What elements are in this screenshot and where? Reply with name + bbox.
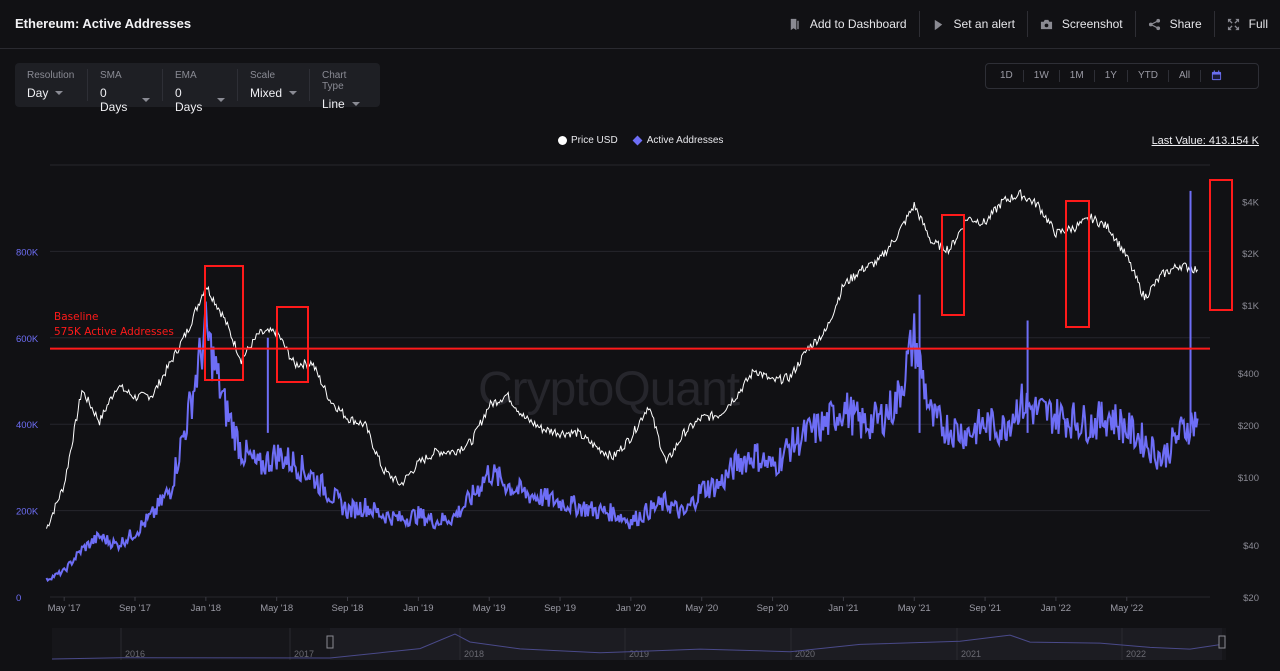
sma-value: 0 Days	[100, 86, 128, 114]
x-tick-label: Jan '19	[403, 603, 433, 614]
bell-icon	[932, 17, 946, 31]
chevron-down-icon	[55, 91, 64, 95]
baseline-value-label: 575K Active Addresses	[54, 326, 174, 338]
x-tick-label: Sep '18	[332, 603, 364, 614]
ema-select[interactable]: EMA 0 Days	[162, 69, 237, 114]
calendar-button[interactable]	[1200, 70, 1232, 82]
chevron-down-icon	[289, 91, 298, 95]
series-price-usd-line	[46, 189, 1199, 529]
header-actions: Add to Dashboard Set an alert Screenshot…	[776, 0, 1280, 48]
scale-label: Scale	[250, 70, 276, 81]
chart-type-label: Chart Type	[322, 70, 347, 92]
header: Ethereum: Active Addresses Add to Dashbo…	[0, 0, 1280, 49]
screenshot-label: Screenshot	[1061, 17, 1123, 31]
navigator-year-label: 2019	[629, 649, 649, 659]
y-left-tick-label: 800K	[16, 247, 39, 258]
resolution-select[interactable]: Resolution Day	[15, 69, 87, 101]
set-alert-button[interactable]: Set an alert	[918, 11, 1027, 37]
screenshot-button[interactable]: Screenshot	[1026, 11, 1135, 37]
y-left-tick-label: 400K	[16, 420, 39, 431]
x-tick-label: Sep '17	[119, 603, 151, 614]
highlight-box	[1065, 200, 1090, 328]
x-tick-label: May '21	[898, 603, 931, 614]
chart-controls: Resolution Day SMA 0 Days EMA 0 Days Sca…	[15, 63, 380, 114]
range-1w[interactable]: 1W	[1022, 70, 1059, 82]
range-1d[interactable]: 1D	[990, 70, 1023, 82]
set-alert-label: Set an alert	[953, 17, 1015, 31]
y-right-tick-label: $4K	[1242, 197, 1260, 208]
y-left-tick-label: 200K	[16, 507, 39, 518]
scale-select[interactable]: Scale Mixed	[237, 69, 309, 101]
x-tick-label: Sep '21	[969, 603, 1001, 614]
scale-value: Mixed	[250, 86, 283, 100]
sma-label: SMA	[100, 70, 122, 81]
page-title: Ethereum: Active Addresses	[15, 16, 192, 31]
y-right-tick-label: $2K	[1242, 249, 1260, 260]
x-tick-label: Jan '18	[191, 603, 221, 614]
highlight-box	[1209, 179, 1233, 311]
x-tick-label: May '19	[473, 603, 506, 614]
x-tick-label: May '20	[685, 603, 718, 614]
navigator-year-label: 2018	[464, 649, 484, 659]
highlight-box	[276, 306, 309, 383]
chevron-down-icon	[142, 98, 150, 102]
legend-price[interactable]: Price USD	[558, 135, 618, 146]
last-value: Last Value: 413.154 K	[1151, 135, 1259, 147]
navigator-year-label: 2022	[1126, 649, 1146, 659]
share-button[interactable]: Share	[1134, 11, 1214, 37]
time-range-selector: 1D 1W 1M 1Y YTD All	[985, 63, 1259, 89]
chart-type-select[interactable]: Chart Type Line	[309, 69, 380, 111]
circle-icon	[558, 136, 567, 145]
y-right-tick-label: $1K	[1242, 301, 1260, 312]
diamond-icon	[632, 135, 643, 146]
fullscreen-label: Full	[1248, 17, 1268, 31]
x-tick-label: Sep '20	[757, 603, 789, 614]
chart-canvas[interactable]: 0 200K 400K 600K 800K $20 $40 $100 $200 $400 $1K $2…	[0, 150, 1280, 671]
add-to-dashboard-button[interactable]: Add to Dashboard	[776, 11, 919, 37]
navigator-left-handle[interactable]	[326, 635, 334, 649]
ema-label: EMA	[175, 70, 197, 81]
legend-active-label: Active Addresses	[646, 135, 724, 146]
resolution-value: Day	[27, 86, 49, 100]
legend-active-addresses[interactable]: Active Addresses	[632, 135, 724, 146]
y-left-tick-label: 600K	[16, 334, 39, 345]
calendar-icon	[1211, 70, 1222, 81]
chevron-down-icon	[351, 102, 360, 106]
share-label: Share	[1169, 17, 1202, 31]
navigator-year-label: 2021	[961, 649, 981, 659]
resolution-label: Resolution	[27, 70, 75, 81]
y-right-tick-label: $20	[1243, 593, 1259, 604]
fullscreen-icon	[1227, 17, 1241, 31]
y-right-tick-label: $400	[1238, 369, 1259, 380]
range-all[interactable]: All	[1167, 70, 1200, 82]
series-active-addresses-line	[45, 301, 1199, 583]
ema-value: 0 Days	[175, 86, 203, 114]
camera-icon	[1040, 17, 1054, 31]
navigator-right-handle[interactable]	[1218, 635, 1226, 649]
x-tick-label: Sep '19	[544, 603, 576, 614]
range-ytd[interactable]: YTD	[1126, 70, 1168, 82]
sma-select[interactable]: SMA 0 Days	[87, 69, 162, 114]
baseline-label: Baseline	[54, 311, 99, 323]
y-right-tick-label: $100	[1238, 473, 1259, 484]
add-to-dashboard-label: Add to Dashboard	[809, 17, 907, 31]
x-tick-label: May '17	[48, 603, 81, 614]
range-1m[interactable]: 1M	[1058, 70, 1094, 82]
range-1y[interactable]: 1Y	[1093, 70, 1127, 82]
fullscreen-button[interactable]: Full	[1213, 11, 1280, 37]
bookmark-icon	[788, 17, 802, 31]
x-tick-label: Jan '22	[1041, 603, 1071, 614]
x-tick-label: Jan '21	[828, 603, 858, 614]
chart-type-value: Line	[322, 97, 345, 111]
chevron-down-icon	[217, 98, 225, 102]
chart-legend: Price USD Active Addresses	[558, 135, 737, 146]
x-tick-label: May '18	[260, 603, 293, 614]
x-tick-label: Jan '20	[616, 603, 646, 614]
legend-price-label: Price USD	[571, 135, 618, 146]
x-tick-label: May '22	[1110, 603, 1143, 614]
share-icon	[1148, 17, 1162, 31]
y-right-tick-label: $200	[1238, 421, 1259, 432]
y-right-tick-label: $40	[1243, 541, 1259, 552]
y-left-tick-label: 0	[16, 593, 21, 604]
